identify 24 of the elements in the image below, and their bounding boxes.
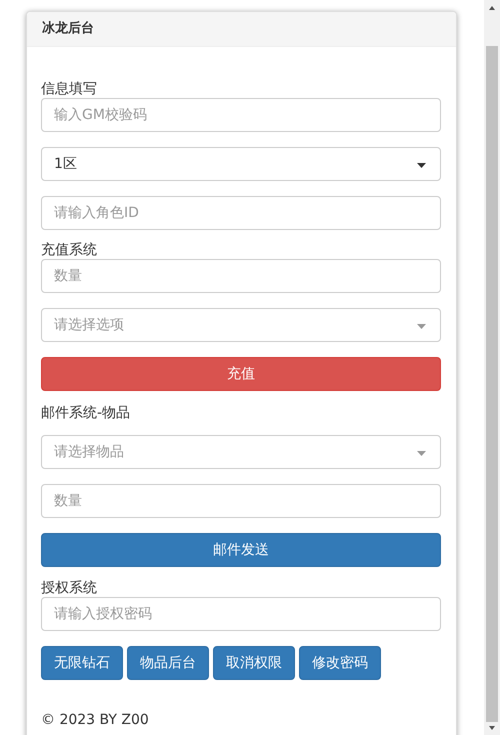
section-label: 信息填写 bbox=[41, 81, 98, 98]
copyright-text: © 2023 BY Z00 bbox=[41, 711, 150, 730]
section-label: 授权系统 bbox=[41, 580, 98, 597]
recharge-button[interactable]: 充值 bbox=[41, 357, 441, 391]
caret-icon bbox=[417, 324, 426, 329]
scrollbar[interactable] bbox=[484, 0, 500, 735]
section-label: 邮件系统-物品 bbox=[41, 405, 132, 422]
text-field[interactable]: 请输入角色ID bbox=[41, 196, 441, 230]
text-field[interactable]: 数量 bbox=[41, 259, 441, 293]
select-field[interactable]: 1区 bbox=[41, 147, 441, 181]
action-button[interactable]: 修改密码 bbox=[299, 646, 381, 680]
send-button[interactable]: 邮件发送 bbox=[41, 533, 441, 567]
panel-title: 冰龙后台 bbox=[42, 20, 94, 38]
action-button[interactable]: 取消权限 bbox=[213, 646, 295, 680]
select-field[interactable]: 请选择选项 bbox=[41, 308, 441, 342]
section-label: 充值系统 bbox=[41, 242, 98, 259]
select-field[interactable]: 请选择物品 bbox=[41, 435, 441, 469]
caret-icon bbox=[417, 451, 426, 456]
action-button[interactable]: 物品后台 bbox=[127, 646, 209, 680]
text-field[interactable]: 输入GM校验码 bbox=[41, 98, 441, 132]
caret-icon bbox=[417, 163, 426, 168]
text-field[interactable]: 请输入授权密码 bbox=[41, 597, 441, 631]
text-field[interactable]: 数量 bbox=[41, 484, 441, 518]
action-button[interactable]: 无限钻石 bbox=[41, 646, 123, 680]
